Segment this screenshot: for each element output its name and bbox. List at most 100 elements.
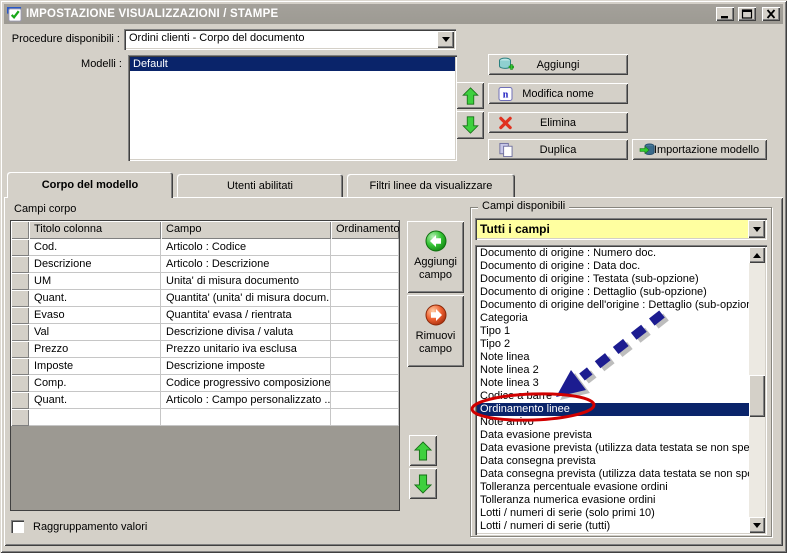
duplicate-model-button[interactable]: Duplica [488, 139, 628, 160]
delete-model-button[interactable]: Elimina [488, 112, 628, 133]
row-selector[interactable] [11, 409, 29, 426]
add-model-button[interactable]: Aggiungi [488, 54, 628, 75]
arrow-up-icon [461, 86, 479, 105]
row-selector[interactable] [11, 358, 29, 375]
rename-model-button[interactable]: n Modifica nome [488, 83, 628, 104]
arrow-up-icon [414, 440, 432, 461]
tab-utenti-abilitati[interactable]: Utenti abilitati [177, 174, 343, 197]
minimize-button[interactable] [716, 7, 734, 21]
column-header-campo[interactable]: Campo [161, 221, 331, 239]
tab-corpo-del-modello[interactable]: Corpo del modello [7, 172, 173, 198]
row-selector[interactable] [11, 239, 29, 256]
row-selector[interactable] [11, 341, 29, 358]
column-header-ordinamento[interactable]: Ordinamento [331, 221, 399, 239]
procedures-value: Ordini clienti - Corpo del documento [129, 32, 305, 44]
row-selector[interactable] [11, 392, 29, 409]
procedures-dropdown[interactable]: Ordini clienti - Corpo del documento [124, 29, 456, 50]
available-field-item[interactable]: Note linea [477, 351, 749, 364]
close-button[interactable] [762, 7, 780, 21]
model-item[interactable]: Default [130, 57, 455, 71]
chevron-down-icon[interactable] [437, 31, 454, 48]
rename-model-label: Modifica nome [522, 87, 594, 100]
available-field-item[interactable]: Tipo 1 [477, 325, 749, 338]
available-field-item[interactable]: Documento di origine dell'origine : Dett… [477, 299, 749, 312]
available-field-item[interactable]: Tolleranza percentuale evasione ordini [477, 481, 749, 494]
cell-ordinamento [331, 273, 399, 290]
move-field-down-button[interactable] [409, 468, 437, 499]
available-field-item[interactable]: Documento di origine : Numero doc. [477, 247, 749, 260]
scroll-up-button[interactable] [749, 247, 765, 263]
models-list[interactable]: Default [128, 55, 457, 161]
table-row[interactable]: Quant. Articolo : Campo personalizzato .… [11, 392, 399, 409]
available-fields-list[interactable]: Documento di origine : Numero doc. Docum… [475, 245, 767, 535]
table-body: Cod. Articolo : Codice Descrizione Artic… [11, 239, 399, 426]
available-field-item[interactable]: Codice a barre [477, 390, 749, 403]
field-filter-dropdown[interactable]: Tutti i campi [475, 218, 767, 240]
available-field-item[interactable]: Data evasione prevista (utilizza data te… [477, 442, 749, 455]
table-row[interactable]: Comp. Codice progressivo composizione [11, 375, 399, 392]
table-row[interactable]: Prezzo Prezzo unitario iva esclusa [11, 341, 399, 358]
table-row[interactable]: Evaso Quantita' evasa / rientrata [11, 307, 399, 324]
row-selector[interactable] [11, 273, 29, 290]
move-field-up-button[interactable] [409, 435, 437, 466]
row-selector[interactable] [11, 307, 29, 324]
cell-ordinamento [331, 256, 399, 273]
available-field-item[interactable]: Tolleranza numerica evasione ordini [477, 494, 749, 507]
available-field-item[interactable]: Data consegna prevista [477, 455, 749, 468]
column-header-selector[interactable] [11, 221, 29, 239]
table-row[interactable]: Cod. Articolo : Codice [11, 239, 399, 256]
table-row[interactable]: UM Unita' di misura documento [11, 273, 399, 290]
table-row[interactable]: Descrizione Articolo : Descrizione [11, 256, 399, 273]
campi-corpo-label: Campi corpo [14, 203, 77, 215]
title-bar[interactable]: IMPOSTAZIONE VISUALIZZAZIONI / STAMPE [4, 4, 783, 24]
chevron-down-icon[interactable] [748, 220, 765, 238]
available-field-item[interactable]: Documento di origine : Data doc. [477, 260, 749, 273]
column-header-titolo-colonna[interactable]: Titolo colonna [29, 221, 161, 239]
row-selector[interactable] [11, 290, 29, 307]
cell-ordinamento [331, 409, 399, 426]
table-row[interactable]: Imposte Descrizione imposte [11, 358, 399, 375]
available-field-item[interactable]: Data evasione prevista [477, 429, 749, 442]
available-field-item[interactable]: Categoria [477, 312, 749, 325]
available-field-item[interactable]: Lotti / numeri di serie (tutti) [477, 520, 749, 533]
dialog-window: IMPOSTAZIONE VISUALIZZAZIONI / STAMPE Pr… [0, 0, 787, 553]
cell-ordinamento [331, 307, 399, 324]
move-model-down-button[interactable] [456, 111, 484, 139]
models-label: Modelli : [81, 58, 122, 70]
scroll-down-button[interactable] [749, 517, 765, 533]
cell-ordinamento [331, 392, 399, 409]
available-field-item[interactable]: Documento di origine : Testata (sub-opzi… [477, 273, 749, 286]
available-field-item[interactable]: Documento di origine : Dettaglio (sub-op… [477, 286, 749, 299]
table-row[interactable]: Quant. Quantita' (unita' di misura docum… [11, 290, 399, 307]
move-model-up-button[interactable] [456, 82, 484, 109]
duplicate-model-label: Duplica [539, 143, 577, 156]
cell-titolo: Descrizione [29, 256, 161, 273]
vertical-scrollbar[interactable] [749, 247, 765, 533]
row-selector[interactable] [11, 375, 29, 392]
maximize-button[interactable] [738, 7, 756, 21]
table-row[interactable]: Val Descrizione divisa / valuta [11, 324, 399, 341]
database-add-icon [498, 57, 514, 73]
row-selector[interactable] [11, 256, 29, 273]
grouping-checkbox[interactable] [11, 520, 24, 533]
add-field-button[interactable]: Aggiungi campo [407, 221, 464, 293]
cell-ordinamento [331, 290, 399, 307]
available-field-item[interactable]: Lotti / numeri di serie (solo primi 10) [477, 507, 749, 520]
cell-titolo: Cod. [29, 239, 161, 256]
cell-titolo: UM [29, 273, 161, 290]
cell-campo: Articolo : Descrizione [161, 256, 331, 273]
available-field-item[interactable]: Note linea 2 [477, 364, 749, 377]
remove-field-button[interactable]: Rimuovi campo [407, 295, 464, 367]
scrollbar-thumb[interactable] [749, 375, 765, 417]
tab-filtri-linee[interactable]: Filtri linee da visualizzare [347, 174, 515, 197]
available-field-item[interactable]: Tipo 2 [477, 338, 749, 351]
row-selector[interactable] [11, 324, 29, 341]
available-field-item[interactable]: Ordinamento linee [477, 403, 749, 416]
available-field-item[interactable]: Note arrivo [477, 416, 749, 429]
table-row[interactable] [11, 409, 399, 426]
import-model-button[interactable]: Importazione modello [632, 139, 767, 160]
available-field-item[interactable]: Note linea 3 [477, 377, 749, 390]
remove-field-label: Rimuovi campo [415, 330, 456, 355]
available-field-item[interactable]: Data consegna prevista (utilizza data te… [477, 468, 749, 481]
cell-titolo: Prezzo [29, 341, 161, 358]
